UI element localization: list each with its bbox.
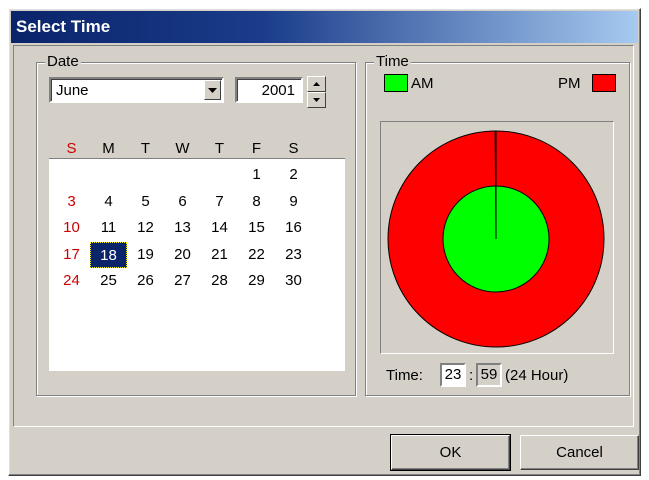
pm-label: PM	[558, 75, 581, 92]
ok-label: OK	[439, 444, 462, 461]
hour-value: 23	[444, 366, 462, 383]
cancel-label: Cancel	[556, 444, 603, 461]
month-dropdown[interactable]: June	[49, 77, 224, 103]
calendar-day[interactable]: 16	[275, 215, 312, 241]
calendar-day[interactable]: 17	[53, 242, 90, 268]
title-bar[interactable]: Select Time	[11, 11, 638, 43]
calendar-day-selected[interactable]: 18	[90, 241, 127, 268]
arrow-down-icon	[313, 98, 320, 102]
time-colon: :	[469, 367, 474, 384]
calendar-day[interactable]: 10	[53, 215, 90, 241]
time-format-label: (24 Hour)	[505, 367, 569, 384]
am-label: AM	[411, 75, 434, 92]
calendar-grid: SMTWTFS 1 2 3 4 5 6 7 8 9 10 11 12 13 14 15 16 17 18 19 20 2…	[49, 140, 345, 371]
dialog-title: Select Time	[16, 17, 111, 36]
time-group: Time AM PM Time: 23 : 59 (24 Hour)	[365, 53, 630, 396]
weekday-header: W	[175, 140, 190, 157]
am-color-swatch	[384, 74, 408, 92]
calendar-day[interactable]: 11	[90, 215, 127, 241]
arrow-up-icon	[313, 82, 320, 86]
weekday-header: T	[140, 140, 151, 157]
calendar-day[interactable]: 24	[53, 268, 90, 294]
minute-input[interactable]: 59	[476, 363, 502, 387]
calendar-day[interactable]: 27	[164, 268, 201, 294]
date-group-label: Date	[45, 53, 81, 70]
dialog-panel: Date June 2001 SMTWTFS 1 2 3 4 5 6 7 8 9 10 11 12 13…	[13, 45, 634, 427]
calendar-day[interactable]: 8	[238, 189, 275, 215]
date-group: Date June 2001 SMTWTFS 1 2 3 4 5 6 7 8 9 10 11 12 13…	[36, 53, 356, 396]
calendar-day[interactable]: 1	[238, 162, 275, 188]
calendar-day[interactable]: 19	[127, 242, 164, 268]
weekday-header: M	[102, 140, 115, 157]
calendar-weekday-header: SMTWTFS	[49, 140, 345, 159]
calendar-day[interactable]: 2	[275, 162, 312, 188]
calendar-day[interactable]: 14	[201, 215, 238, 241]
time-group-label: Time	[374, 53, 411, 70]
calendar-day[interactable]: 6	[164, 189, 201, 215]
year-spin-up-button[interactable]	[307, 76, 326, 92]
calendar-day[interactable]: 28	[201, 268, 238, 294]
clock-pie-chart[interactable]	[381, 122, 613, 353]
calendar-day[interactable]: 23	[275, 242, 312, 268]
year-spin-down-button[interactable]	[307, 92, 326, 108]
calendar-day[interactable]: 22	[238, 242, 275, 268]
hour-input[interactable]: 23	[440, 363, 466, 387]
calendar-day[interactable]: 4	[90, 189, 127, 215]
ok-button[interactable]: OK	[390, 434, 511, 471]
calendar-day[interactable]: 21	[201, 242, 238, 268]
weekday-header: S	[66, 140, 77, 157]
cancel-button[interactable]: Cancel	[520, 435, 639, 470]
month-value: June	[56, 82, 89, 99]
year-input[interactable]: 2001	[235, 77, 303, 103]
calendar-day[interactable]: 5	[127, 189, 164, 215]
calendar-day[interactable]: 15	[238, 215, 275, 241]
weekday-header: T	[214, 140, 225, 157]
minute-value: 59	[480, 366, 498, 383]
select-time-dialog: Select Time Date June 2001 S M T W T F S 1 2 3…	[8, 8, 641, 476]
weekday-header: F	[251, 140, 262, 157]
year-value: 2001	[261, 82, 295, 99]
calendar-day[interactable]: 7	[201, 189, 238, 215]
calendar-day[interactable]: 29	[238, 268, 275, 294]
calendar-day[interactable]: 3	[53, 189, 90, 215]
pm-color-swatch	[592, 74, 616, 92]
clock-pie-frame	[380, 121, 614, 354]
calendar-day[interactable]: 9	[275, 189, 312, 215]
chevron-down-icon	[208, 87, 217, 93]
calendar-day[interactable]: 20	[164, 242, 201, 268]
calendar-day[interactable]: 26	[127, 268, 164, 294]
time-label: Time:	[386, 367, 423, 384]
calendar-day[interactable]: 25	[90, 268, 127, 294]
calendar-day[interactable]: 12	[127, 215, 164, 241]
calendar-day[interactable]: 13	[164, 215, 201, 241]
month-dropdown-button[interactable]	[204, 80, 221, 100]
calendar-day[interactable]: 30	[275, 268, 312, 294]
weekday-header: S	[288, 140, 299, 157]
